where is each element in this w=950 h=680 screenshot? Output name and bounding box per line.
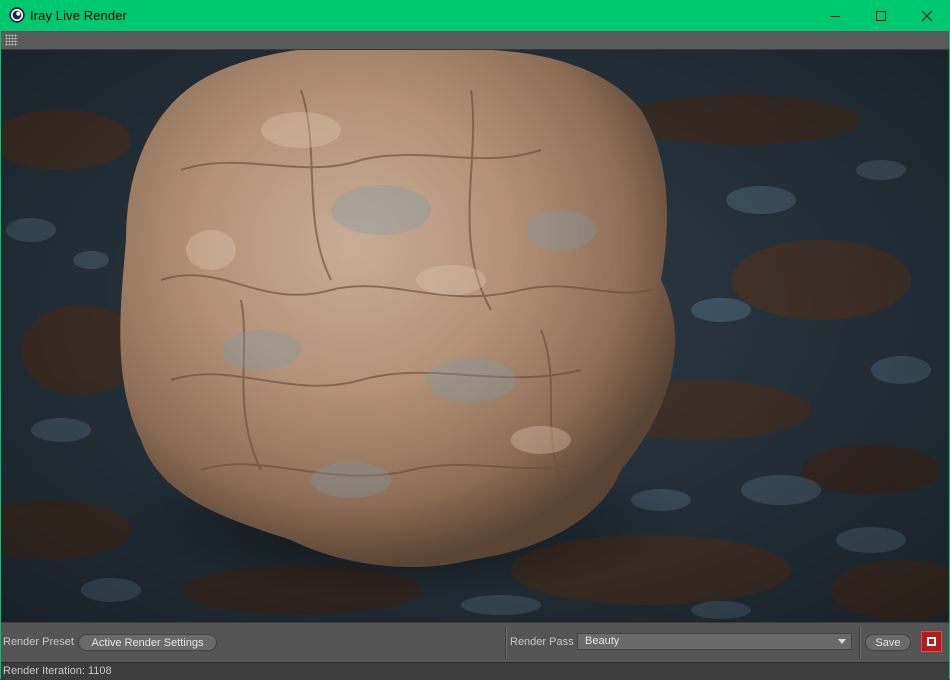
cinema4d-icon — [9, 7, 25, 23]
stop-render-button[interactable] — [921, 631, 942, 652]
render-preset-label: Render Preset — [3, 636, 74, 648]
maximize-icon — [876, 10, 886, 21]
minimize-button[interactable] — [812, 0, 858, 31]
render-viewport[interactable] — [1, 50, 949, 622]
window-title: Iray Live Render — [30, 8, 127, 23]
render-image — [1, 50, 949, 622]
grip-icon[interactable] — [5, 34, 18, 46]
minimize-icon — [830, 15, 840, 17]
chevron-down-icon — [838, 639, 846, 644]
close-button[interactable] — [904, 0, 950, 31]
maximize-button[interactable] — [858, 0, 904, 31]
stop-icon — [927, 637, 936, 646]
render-iteration-status: Render Iteration: 1108 — [3, 665, 112, 677]
render-pass-dropdown[interactable]: Beauty — [577, 633, 852, 650]
separator — [859, 627, 860, 659]
status-bar: Render Iteration: 1108 — [0, 662, 950, 680]
separator — [505, 627, 506, 659]
active-render-settings-button[interactable]: Active Render Settings — [78, 634, 217, 651]
title-bar[interactable]: Iray Live Render — [0, 0, 950, 31]
close-icon — [921, 10, 933, 21]
window-border-left — [0, 31, 1, 679]
render-pass-value: Beauty — [585, 635, 620, 647]
toolbar — [0, 31, 950, 50]
save-button[interactable]: Save — [865, 634, 911, 651]
render-pass-label: Render Pass — [510, 636, 574, 648]
